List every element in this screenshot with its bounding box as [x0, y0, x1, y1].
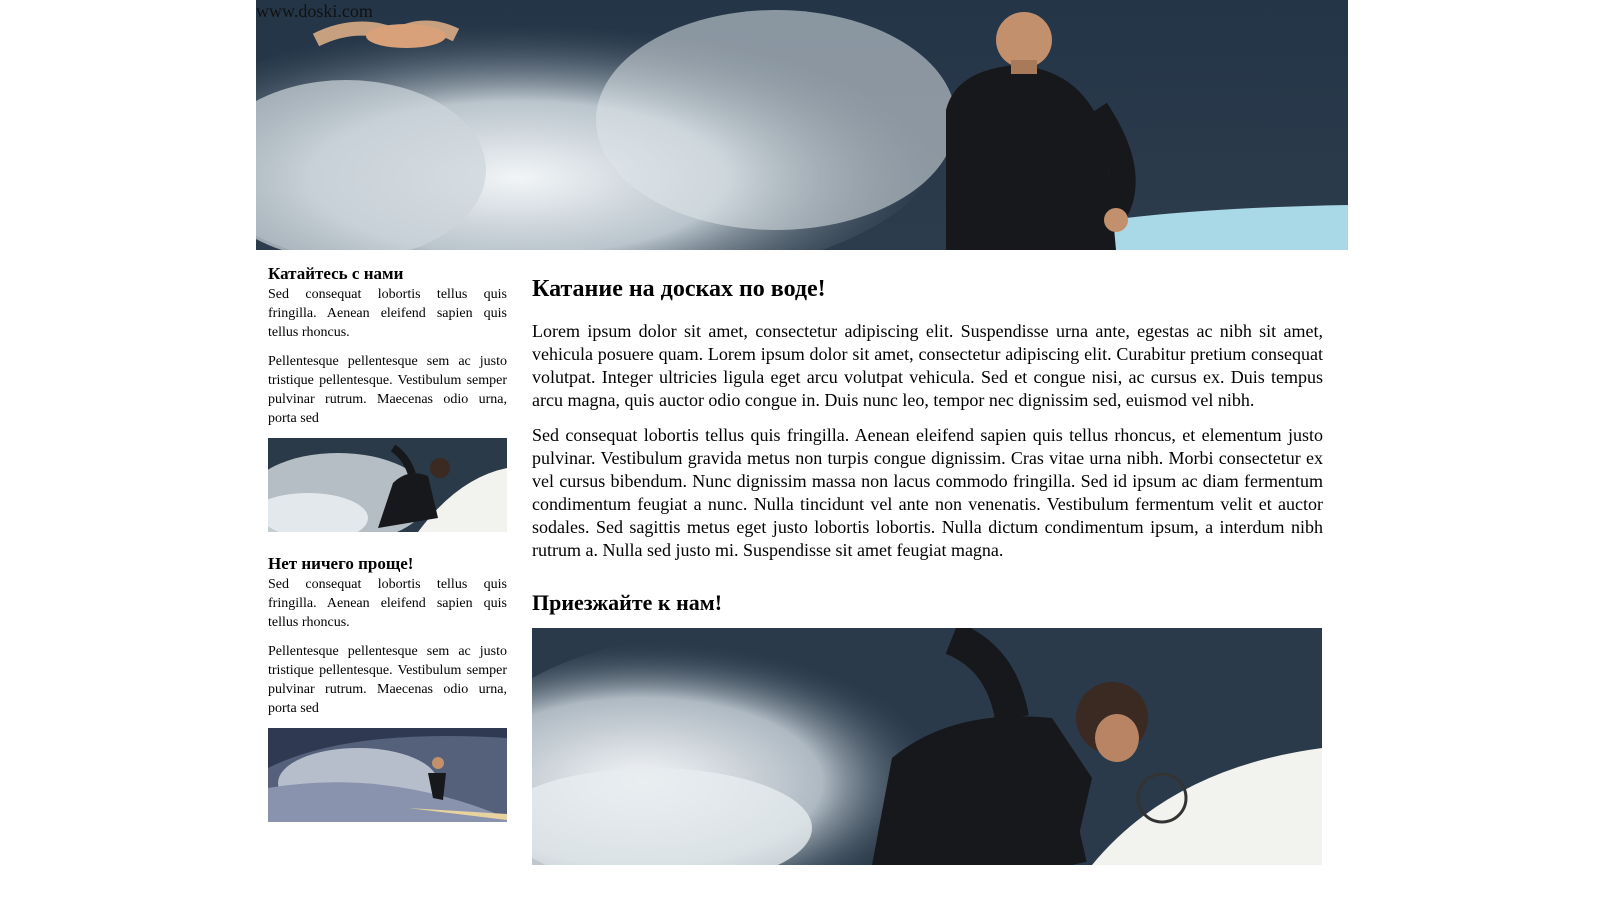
- sidebar-image: [268, 438, 507, 532]
- site-url[interactable]: www.doski.com: [256, 0, 373, 22]
- sidebar-paragraph: Sed consequat lobortis tellus quis fring…: [268, 287, 507, 340]
- sidebar-paragraph: Sed consequat lobortis tellus quis fring…: [268, 577, 507, 630]
- sidebar-paragraph: Pellentesque pellentesque sem ac justo t…: [268, 644, 507, 716]
- surfer-photo-icon: [268, 728, 507, 822]
- surfer-photo-icon: [532, 628, 1322, 865]
- main-paragraph: Lorem ipsum dolor sit amet, consectetur …: [532, 321, 1323, 410]
- page-title: Катание на досках по воде!: [532, 276, 826, 302]
- sidebar-title: Нет ничего проще!: [268, 554, 414, 573]
- header-image: [256, 0, 1348, 250]
- surfer-photo-icon: [256, 0, 1348, 250]
- sidebar-title: Катайтесь с нами: [268, 264, 404, 283]
- sidebar-paragraph: Pellentesque pellentesque sem ac justo t…: [268, 354, 507, 426]
- main-content: Катание на досках по воде! Lorem ipsum d…: [532, 272, 1323, 865]
- main-paragraph: Sed consequat lobortis tellus quis fring…: [532, 425, 1323, 560]
- surfer-photo-icon: [268, 438, 507, 532]
- main-image: [532, 628, 1322, 865]
- sidebar-image: [268, 728, 507, 822]
- sidebar-section: Нет ничего проще! Sed consequat lobortis…: [268, 554, 507, 822]
- section-heading: Приезжайте к нам!: [532, 590, 723, 615]
- sidebar: Катайтесь с нами Sed consequat lobortis …: [268, 264, 507, 844]
- sidebar-section: Катайтесь с нами Sed consequat lobortis …: [268, 264, 507, 532]
